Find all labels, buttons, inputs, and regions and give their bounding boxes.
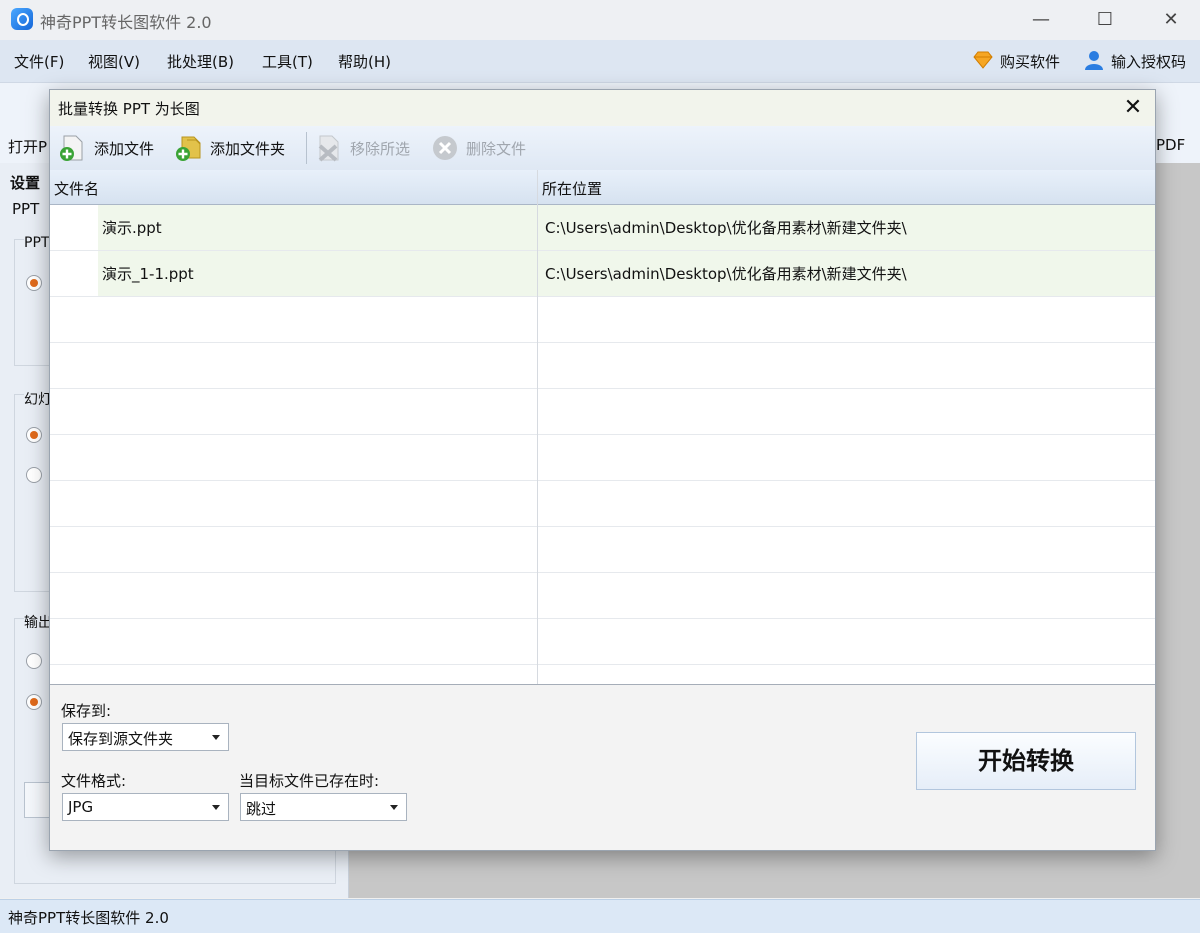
menu-help[interactable]: 帮助(H) [338, 51, 391, 72]
save-to-value: 保存到源文件夹 [68, 730, 174, 748]
row-gutter [50, 205, 98, 250]
table-row[interactable]: 演示.ppt C:\Users\admin\Desktop\优化备用素材\新建文… [50, 205, 1155, 251]
add-file-button[interactable]: 添加文件 [58, 134, 170, 162]
column-header-location[interactable]: 所在位置 [542, 178, 602, 199]
file-format-select[interactable]: JPG [62, 793, 229, 821]
dropdown-arrow-icon [212, 805, 220, 810]
radio-option[interactable] [26, 275, 42, 291]
column-separator [537, 170, 538, 684]
add-folder-label: 添加文件夹 [210, 140, 286, 158]
file-format-label: 文件格式: [61, 772, 127, 790]
delete-file-icon [430, 134, 460, 162]
batch-convert-dialog: 批量转换 PPT 为长图 ✕ 添加文件 添加文件夹 移除所选 删除文件 文件名 … [49, 89, 1156, 851]
menu-view[interactable]: 视图(V) [88, 51, 140, 72]
dropdown-arrow-icon [212, 735, 220, 740]
buy-software-link[interactable]: 购买软件 [1000, 51, 1060, 72]
diamond-cart-icon [972, 50, 994, 70]
file-name-cell: 演示.ppt [102, 219, 162, 237]
empty-row [50, 435, 1155, 481]
start-convert-button[interactable]: 开始转换 [916, 732, 1136, 790]
empty-row [50, 573, 1155, 619]
empty-row [50, 481, 1155, 527]
radio-option[interactable] [26, 427, 42, 443]
ribbon-open-label[interactable]: 打开P [8, 136, 47, 157]
output-group-title: 输出 [24, 612, 52, 632]
maximize-button[interactable]: ☐ [1082, 4, 1128, 36]
dialog-titlebar: 批量转换 PPT 为长图 ✕ [50, 90, 1155, 126]
radio-option[interactable] [26, 467, 42, 483]
add-file-label: 添加文件 [94, 140, 155, 158]
row-gutter [50, 251, 98, 296]
file-location-cell: C:\Users\admin\Desktop\优化备用素材\新建文件夹\ [545, 265, 907, 283]
delete-file-label: 删除文件 [466, 140, 527, 158]
column-header-name[interactable]: 文件名 [54, 178, 99, 199]
save-to-label: 保存到: [61, 702, 112, 720]
file-location-cell: C:\Users\admin\Desktop\优化备用素材\新建文件夹\ [545, 219, 907, 237]
empty-row [50, 619, 1155, 665]
delete-file-button[interactable]: 删除文件 [430, 134, 542, 162]
enter-license-link[interactable]: 输入授权码 [1111, 51, 1186, 72]
table-row[interactable]: 演示_1-1.ppt C:\Users\admin\Desktop\优化备用素材… [50, 251, 1155, 297]
app-title: 神奇PPT转长图软件 2.0 [40, 13, 212, 32]
settings-tab[interactable]: 设置 [10, 172, 40, 193]
dialog-title: 批量转换 PPT 为长图 [58, 100, 200, 118]
menu-tools[interactable]: 工具(T) [262, 51, 313, 72]
empty-row [50, 527, 1155, 573]
radio-option[interactable] [26, 653, 42, 669]
file-name-cell: 演示_1-1.ppt [102, 265, 194, 283]
app-titlebar: 神奇PPT转长图软件 2.0 — ☐ ✕ [0, 0, 1200, 40]
status-text: 神奇PPT转长图软件 2.0 [8, 909, 169, 927]
app-logo-icon [11, 8, 33, 30]
menu-batch[interactable]: 批处理(B) [167, 51, 234, 72]
add-file-icon [58, 134, 88, 162]
dialog-toolbar: 添加文件 添加文件夹 移除所选 删除文件 [50, 126, 1155, 170]
grid-header: 文件名 所在位置 [50, 170, 1155, 205]
dropdown-arrow-icon [390, 805, 398, 810]
remove-selected-icon [314, 134, 344, 162]
toolbar-divider [306, 132, 307, 164]
dialog-close-button[interactable]: ✕ [1116, 92, 1150, 124]
file-exists-select[interactable]: 跳过 [240, 793, 407, 821]
file-exists-value: 跳过 [246, 800, 277, 818]
remove-selected-label: 移除所选 [350, 140, 411, 158]
ribbon-pdf-label[interactable]: PDF [1156, 136, 1185, 154]
empty-row [50, 297, 1155, 343]
save-to-select[interactable]: 保存到源文件夹 [62, 723, 229, 751]
remove-selected-button[interactable]: 移除所选 [314, 134, 426, 162]
radio-option[interactable] [26, 694, 42, 710]
file-list-grid[interactable]: 文件名 所在位置 演示.ppt C:\Users\admin\Desktop\优… [50, 170, 1155, 685]
slide-group-title: 幻灯 [24, 389, 52, 409]
file-format-value: JPG [68, 798, 94, 816]
ppt-group-title: PPT [24, 235, 50, 251]
file-exists-label: 当目标文件已存在时: [239, 772, 380, 790]
minimize-button[interactable]: — [1018, 4, 1064, 36]
user-icon [1084, 50, 1104, 70]
empty-row [50, 343, 1155, 389]
close-button[interactable]: ✕ [1148, 4, 1194, 36]
menubar: 文件(F) 视图(V) 批处理(B) 工具(T) 帮助(H) 购买软件 输入授权… [0, 40, 1200, 83]
ppt-label: PPT [12, 200, 40, 218]
add-folder-button[interactable]: 添加文件夹 [174, 134, 302, 162]
empty-row [50, 389, 1155, 435]
statusbar: 神奇PPT转长图软件 2.0 [0, 899, 1200, 933]
add-folder-icon [174, 134, 204, 162]
menu-file[interactable]: 文件(F) [14, 51, 64, 72]
